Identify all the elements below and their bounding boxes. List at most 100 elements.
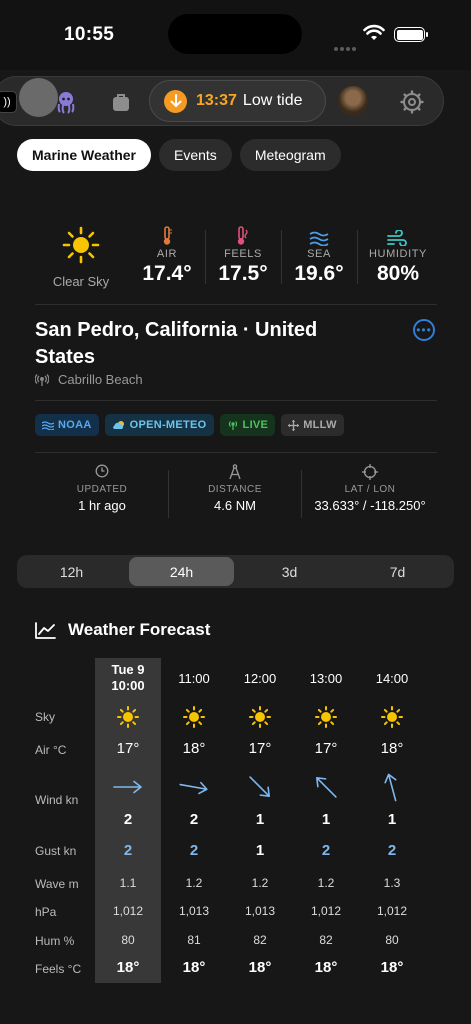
range-option-12h[interactable]: 12h: [19, 557, 124, 586]
wind-speed-cell: 1: [387, 811, 397, 828]
tab-events[interactable]: Events: [159, 139, 232, 171]
wind-direction-arrow-icon: [95, 772, 161, 807]
lat-lon-info: LAT / LON 33.633° / -118.250°: [304, 464, 436, 513]
air-temp-cell: 18°: [182, 740, 206, 757]
column-time: 10:00: [111, 678, 145, 693]
bag-icon[interactable]: [107, 77, 135, 127]
pressure-cell: 1,012: [310, 904, 342, 918]
column-header: 14:00: [359, 671, 425, 687]
gust-cell: 2: [321, 842, 331, 859]
pressure-cell: 1,012: [112, 904, 144, 918]
feels-temp-cell: 18°: [314, 959, 338, 976]
feels-temp-cell: 18°: [182, 959, 206, 976]
range-option-24h[interactable]: 24h: [129, 557, 234, 586]
tide-label: Low tide: [242, 92, 303, 109]
cellular-signal-icon: [334, 38, 358, 56]
wind-speed-cell: 2: [123, 811, 133, 828]
drag-handle-dot[interactable]: [19, 78, 58, 117]
column-time: 14:00: [375, 671, 409, 686]
pressure-cell: 1,012: [376, 904, 408, 918]
wind-speed-cell: 1: [321, 811, 331, 828]
distance-info: DISTANCE 4.6 NM: [180, 464, 290, 513]
air-temp-cell: 17°: [116, 740, 140, 757]
antenna-icon: [228, 421, 237, 430]
location-title: San Pedro, California · United States: [35, 319, 318, 368]
sea-label: SEA: [307, 248, 331, 260]
next-tide-button[interactable]: 13:37 Low tide: [149, 80, 326, 122]
sea-temp-metric: SEA 19.6°: [283, 226, 355, 286]
sky-condition-label: Clear Sky: [52, 274, 110, 289]
arrow-down-icon: [164, 89, 187, 113]
divider: [35, 400, 437, 401]
sea-value: 19.6°: [294, 262, 344, 285]
dynamic-island: [168, 14, 302, 54]
wave-height-cell: 1.3: [383, 876, 401, 890]
feels-temp-cell: 18°: [380, 959, 404, 976]
battery-icon: [394, 27, 428, 42]
row-label-air: Air °C: [35, 743, 67, 757]
row-label-hum: Hum %: [35, 934, 75, 948]
column-time: 13:00: [309, 671, 343, 686]
updated-info: UPDATED 1 hr ago: [57, 464, 147, 513]
divider: [35, 452, 437, 453]
sun-icon: [161, 706, 227, 733]
air-temp-cell: 17°: [314, 740, 338, 757]
source-chip-open-meteo[interactable]: OPEN-METEO: [104, 414, 214, 436]
chart-line-icon: [35, 621, 56, 639]
more-options-icon[interactable]: •••: [413, 319, 435, 341]
sun-icon: [227, 706, 293, 733]
range-selector: 12h 24h 3d 7d: [17, 555, 454, 588]
humidity-icon: [387, 230, 407, 246]
wave-height-cell: 1.2: [317, 876, 335, 890]
feels-value: 17.5°: [218, 262, 268, 285]
wave-height-cell: 1.2: [251, 876, 269, 890]
tide-time: 13:37: [196, 92, 237, 109]
pressure-cell: 1,013: [244, 904, 276, 918]
air-temp-metric: AIR 17.4°: [131, 226, 203, 286]
datum-chip-mllw[interactable]: MLLW: [281, 414, 344, 436]
compass-icon: [229, 464, 241, 480]
column-header: Tue 9 10:00: [95, 662, 161, 694]
gust-cell: 2: [189, 842, 199, 859]
settings-gear-icon[interactable]: [397, 77, 427, 127]
divider: [35, 304, 437, 305]
row-label-hpa: hPa: [35, 905, 57, 919]
humidity-cell: 80: [121, 933, 135, 947]
clock-icon: [95, 464, 109, 478]
wind-speed-cell: 2: [189, 811, 199, 828]
row-label-wave: Wave m: [35, 877, 79, 891]
cloud-sun-icon: [112, 421, 124, 429]
status-time: 10:55: [64, 24, 115, 45]
wind-direction-arrow-icon: [359, 772, 425, 807]
gust-cell: 2: [123, 842, 133, 859]
station-name: Cabrillo Beach: [58, 372, 143, 387]
wind-speed-cell: 1: [255, 811, 265, 828]
waves-icon: [42, 420, 54, 430]
gust-cell: 1: [255, 842, 265, 859]
humidity-label: HUMIDITY: [369, 248, 427, 260]
wifi-icon: [363, 24, 385, 40]
current-conditions: Clear Sky AIR 17.4° FEELS 17.5° SEA 19.6…: [35, 222, 437, 294]
thermometer-icon: [163, 226, 172, 245]
gust-cell: 2: [387, 842, 397, 859]
source-chips: NOAA OPEN-METEO LIVE MLLW: [35, 414, 344, 436]
tab-meteogram[interactable]: Meteogram: [239, 139, 341, 171]
tab-marine-weather[interactable]: Marine Weather: [17, 139, 151, 171]
nfc-icon[interactable]: )): [0, 91, 17, 113]
humidity-cell: 80: [385, 933, 399, 947]
avatar[interactable]: [338, 86, 368, 116]
range-option-3d[interactable]: 3d: [237, 557, 342, 586]
column-day: Tue 9: [111, 662, 145, 677]
source-chip-noaa[interactable]: NOAA: [35, 414, 99, 436]
air-label: AIR: [156, 248, 178, 260]
pressure-cell: 1,013: [178, 904, 210, 918]
humidity-value: 80%: [376, 262, 420, 285]
view-tabs: Marine Weather Events Meteogram: [17, 139, 341, 171]
humidity-metric: HUMIDITY 80%: [359, 226, 437, 286]
move-icon: [288, 419, 300, 431]
humidity-cell: 81: [187, 933, 201, 947]
source-chip-live[interactable]: LIVE: [219, 414, 276, 436]
wind-direction-arrow-icon: [161, 772, 227, 807]
range-option-7d[interactable]: 7d: [345, 557, 450, 586]
row-label-wind: Wind kn: [35, 793, 79, 807]
